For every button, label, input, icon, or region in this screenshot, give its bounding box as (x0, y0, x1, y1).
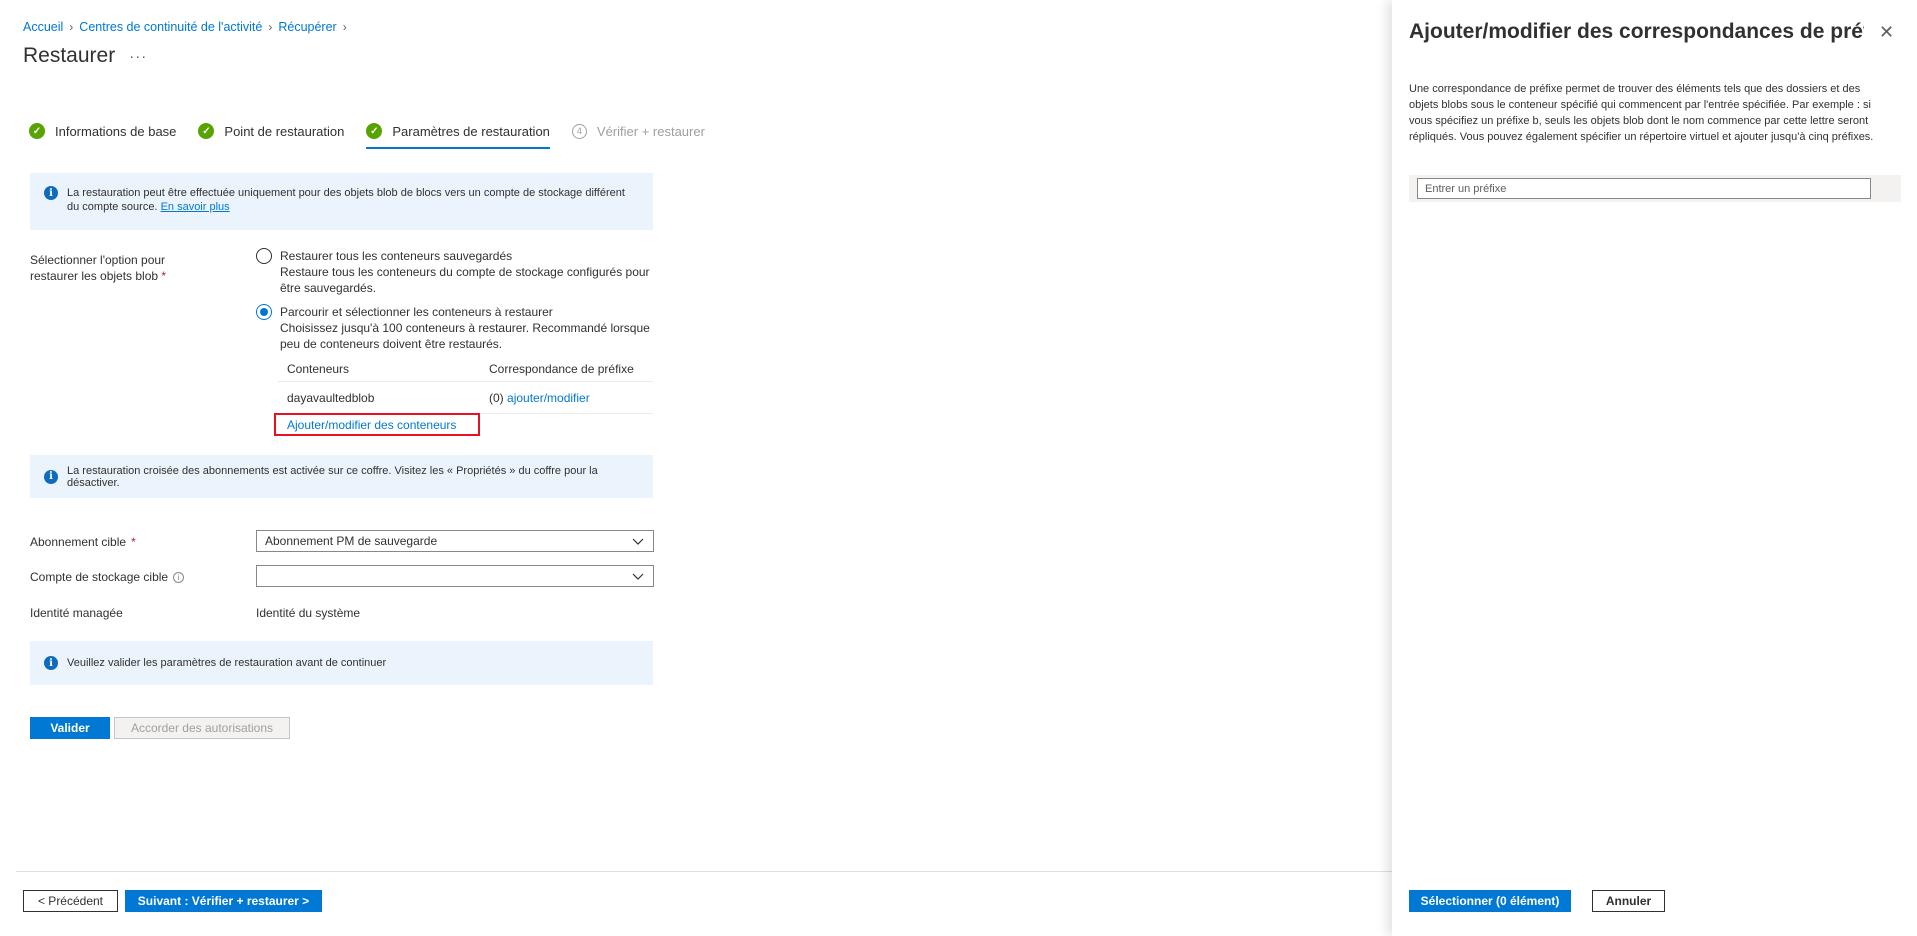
info-banner-cross-subscription: i La restauration croisée des abonnement… (30, 455, 653, 498)
info-tooltip-icon[interactable]: i (173, 571, 185, 583)
wizard-steps: ✓ Informations de base ✓ Point de restau… (29, 118, 727, 149)
chevron-down-icon (632, 538, 644, 545)
info-message: La restauration croisée des abonnements … (67, 464, 598, 489)
breadcrumb-recover[interactable]: Récupérer (278, 20, 336, 34)
radio-button[interactable] (256, 248, 272, 264)
step-label: Point de restauration (224, 123, 345, 139)
previous-button[interactable]: < Précédent (23, 890, 118, 912)
tab-restore-parameters[interactable]: ✓ Paramètres de restauration (366, 118, 550, 149)
column-header-containers: Conteneurs (287, 362, 350, 376)
containers-table: Conteneurs Correspondance de préfixe day… (278, 357, 653, 414)
radio-title: Restaurer tous les conteneurs sauvegardé… (280, 249, 513, 263)
required-marker: * (161, 269, 167, 283)
restore-option-label-text: Sélectionner l'option pour restaurer les… (30, 253, 166, 283)
info-icon: i (44, 186, 58, 200)
info-message: Veuillez valider les paramètres de resta… (67, 657, 387, 669)
checkmark-icon: ✓ (29, 123, 45, 139)
radio-text: Restaurer tous les conteneurs sauvegardé… (280, 248, 660, 296)
chevron-down-icon (632, 573, 644, 580)
prefix-input[interactable] (1417, 178, 1871, 199)
managed-identity-value: Identité du système (256, 606, 361, 620)
radio-button-selected[interactable] (256, 304, 272, 320)
radio-description: Restaure tous les conteneurs du compte d… (280, 265, 650, 295)
grant-permissions-button: Accorder des autorisations (114, 717, 290, 739)
prefix-match-panel: Ajouter/modifier des correspondances de … (1392, 0, 1917, 936)
chevron-right-icon: › (268, 20, 273, 34)
tab-basics[interactable]: ✓ Informations de base (29, 118, 176, 144)
edit-prefix-link[interactable]: ajouter/modifier (507, 391, 590, 405)
radio-title: Parcourir et sélectionner les conteneurs… (280, 305, 553, 319)
restore-option-label: Sélectionner l'option pour restaurer les… (30, 252, 190, 284)
prefix-count: (0) (489, 390, 504, 405)
target-storage-dropdown[interactable] (256, 565, 654, 587)
target-subscription-dropdown[interactable]: Abonnement PM de sauvegarde (256, 530, 654, 552)
label-text: Compte de stockage cible (30, 570, 169, 584)
chevron-right-icon: › (69, 20, 74, 34)
step-label: Paramètres de restauration (392, 123, 550, 139)
step-number-icon: 4 (571, 123, 587, 139)
close-icon[interactable]: ✕ (1879, 22, 1894, 43)
target-storage-label: Compte de stockage cible i (30, 570, 185, 584)
tab-review-restore: 4 Vérifier + restaurer (571, 118, 705, 144)
dropdown-value: Abonnement PM de sauvegarde (265, 534, 438, 548)
prefix-cell: (0) ajouter/modifier (489, 391, 653, 405)
breadcrumb-bcdr-center[interactable]: Centres de continuité de l'activité (79, 20, 262, 34)
validate-button[interactable]: Valider (30, 717, 110, 739)
breadcrumb-home[interactable]: Accueil (23, 20, 63, 34)
checkmark-icon: ✓ (198, 123, 215, 139)
next-review-restore-button[interactable]: Suivant : Vérifier + restaurer > (125, 890, 322, 912)
info-message: La restauration peut être effectuée uniq… (67, 187, 625, 213)
required-marker: * (131, 535, 136, 549)
label-text: Abonnement cible (30, 535, 127, 549)
info-icon: i (44, 469, 58, 484)
more-options-icon[interactable]: ··· (129, 48, 147, 65)
panel-title: Ajouter/modifier des correspondances de … (1409, 20, 1864, 43)
restore-blade: Accueil › Centres de continuité de l'act… (0, 0, 1904, 936)
select-button[interactable]: Sélectionner (0 élément) (1409, 890, 1571, 912)
info-banner-validate: i Veuillez valider les paramètres de res… (30, 641, 653, 685)
managed-identity-label: Identité managée (30, 606, 123, 620)
step-label: Vérifier + restaurer (596, 123, 705, 139)
add-edit-containers-button[interactable]: Ajouter/modifier des conteneurs (274, 413, 480, 436)
prefix-row (1409, 175, 1901, 202)
title-row: Restaurer ··· (23, 44, 147, 68)
radio-description: Choisissez jusqu'à 100 conteneurs à rest… (280, 321, 650, 351)
page-title: Restaurer (23, 44, 116, 67)
step-label: Informations de base (55, 123, 177, 139)
container-name: dayavaultedblob (287, 390, 375, 405)
chevron-right-icon: › (342, 20, 347, 34)
checkmark-icon: ✓ (366, 123, 383, 139)
radio-restore-all[interactable]: Restaurer tous les conteneurs sauvegardé… (256, 248, 660, 296)
cancel-button[interactable]: Annuler (1592, 890, 1665, 912)
panel-description: Une correspondance de préfixe permet de … (1409, 83, 1874, 143)
info-text: La restauration peut être effectuée uniq… (67, 186, 639, 214)
table-header: Conteneurs Correspondance de préfixe (278, 357, 653, 382)
radio-browse-containers[interactable]: Parcourir et sélectionner les conteneurs… (256, 304, 660, 352)
info-icon: i (44, 656, 58, 670)
learn-more-link[interactable]: En savoir plus (161, 201, 230, 213)
target-subscription-label: Abonnement cible * (30, 535, 136, 549)
table-row: dayavaultedblob (0) ajouter/modifier (278, 382, 653, 414)
radio-text: Parcourir et sélectionner les conteneurs… (280, 304, 660, 352)
tab-restore-point[interactable]: ✓ Point de restauration (198, 118, 344, 144)
column-header-prefix-match: Correspondance de préfixe (489, 362, 634, 376)
info-banner-blob-restore: i La restauration peut être effectuée un… (30, 173, 653, 230)
breadcrumb: Accueil › Centres de continuité de l'act… (23, 20, 347, 34)
